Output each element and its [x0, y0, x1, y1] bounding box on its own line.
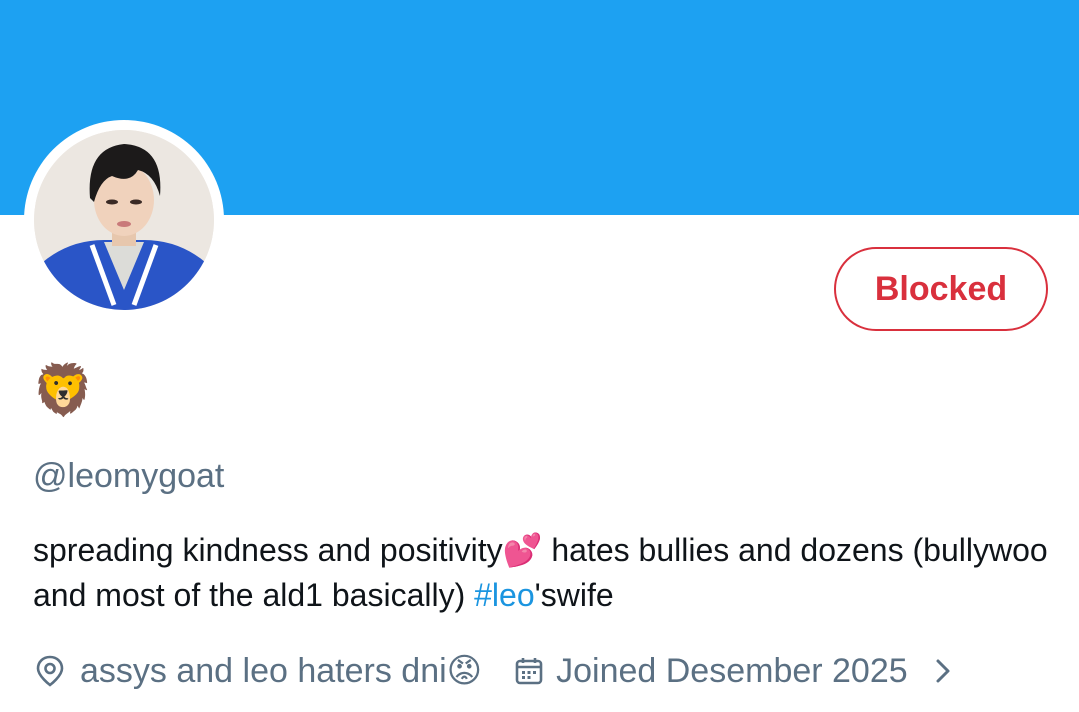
- hashtag-link[interactable]: #leo: [474, 577, 535, 613]
- calendar-icon: [512, 654, 546, 688]
- username-handle: @leomygoat: [33, 457, 225, 495]
- profile-page: Blocked 🦁 @leomygoat spreading kindness …: [0, 0, 1079, 712]
- location-pin-icon: [33, 654, 67, 688]
- profile-bio: spreading kindness and positivity💕 hates…: [33, 528, 1053, 618]
- location-text: assys and leo haters dni😡: [80, 652, 483, 690]
- profile-meta: assys and leo haters dni😡 Joined Desembe…: [33, 648, 960, 694]
- joined-date: Joined Desember 2025: [556, 651, 908, 690]
- display-name: 🦁: [32, 362, 95, 418]
- blocked-button[interactable]: Blocked: [834, 247, 1048, 331]
- bio-text-suffix: 'swife: [534, 577, 614, 613]
- chevron-right-icon[interactable]: [926, 654, 960, 688]
- avatar[interactable]: [34, 130, 214, 310]
- avatar-image: [34, 130, 214, 310]
